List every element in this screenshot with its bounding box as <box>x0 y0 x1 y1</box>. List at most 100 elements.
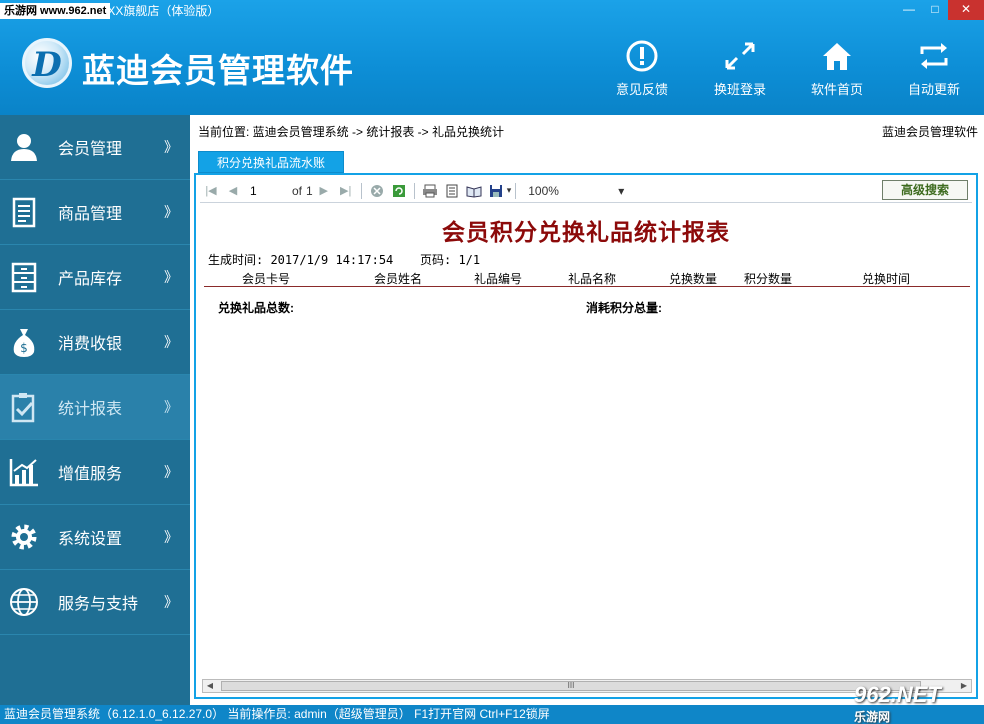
app-logo: D <box>22 38 72 88</box>
sidebar: 会员管理 》 商品管理 》 产品库存 》 $ 消费收银 》 统计报表 》 增值服… <box>0 115 190 705</box>
column-header: 礼品编号 <box>474 272 523 286</box>
chevron-right-icon: 》 <box>164 269 178 285</box>
cabinet-icon <box>11 262 37 293</box>
switch-shift-label: 换班登录 <box>713 82 766 97</box>
chevron-right-icon: 》 <box>164 464 178 480</box>
total-gifts-label: 兑换礼品总数: <box>218 301 294 315</box>
sidebar-item-inventory[interactable]: 产品库存 》 <box>0 245 190 310</box>
feedback-button[interactable]: 意见反馈 <box>602 40 682 98</box>
logo-letter: D <box>32 45 62 85</box>
bar-chart-icon <box>9 459 38 487</box>
total-points-label: 消耗积分总量: <box>586 301 662 315</box>
svg-text:$: $ <box>20 341 28 355</box>
status-bar: 蓝迪会员管理系统（6.12.1.0_6.12.27.0） 当前操作员: admi… <box>0 705 984 724</box>
refresh-icon <box>920 43 948 69</box>
home-button[interactable]: 软件首页 <box>797 40 877 98</box>
page-setup-icon[interactable] <box>466 183 482 199</box>
scroll-left-icon[interactable]: ◀ <box>203 680 217 692</box>
toolbar-divider <box>413 182 415 199</box>
user-icon <box>11 134 37 161</box>
exclamation-icon <box>626 40 658 72</box>
zoom-select[interactable]: 100% ▾ <box>528 184 624 198</box>
sidebar-item-label: 会员管理 <box>58 141 123 158</box>
switch-shift-button[interactable]: 换班登录 <box>700 40 780 98</box>
prev-page-icon[interactable]: ◀ <box>225 183 241 199</box>
sidebar-item-label: 增值服务 <box>58 466 123 483</box>
breadcrumb: 当前位置: 蓝迪会员管理系统 -> 统计报表 -> 礼品兑换统计 <box>198 125 505 139</box>
column-header: 会员姓名 <box>374 272 423 286</box>
sidebar-item-members[interactable]: 会员管理 》 <box>0 115 190 180</box>
minimize-button[interactable]: — <box>896 0 922 20</box>
chevron-right-icon: 》 <box>164 204 178 220</box>
maximize-button[interactable]: □ <box>922 0 948 20</box>
export-dropdown-icon[interactable]: ▾ <box>507 185 512 196</box>
column-header: 礼品名称 <box>568 272 617 286</box>
report-column-headers: 会员卡号 会员姓名 礼品编号 礼品名称 兑换数量 积分数量 兑换时间 <box>204 269 970 287</box>
brand-label: 蓝迪会员管理软件 <box>881 125 978 139</box>
clipboard-icon <box>11 393 35 423</box>
toolbar-divider <box>360 182 362 199</box>
column-header: 兑换时间 <box>862 272 911 286</box>
advanced-search-button[interactable]: 高级搜索 <box>882 180 968 200</box>
watermark-right: 962.NET 乐游网 <box>854 682 974 724</box>
auto-update-label: 自动更新 <box>907 82 960 97</box>
document-icon <box>12 197 36 228</box>
globe-icon <box>10 588 38 616</box>
header: 乐游网 www.962.net - XX旗舰店（体验版） — □ ✕ D 蓝迪会… <box>0 0 984 115</box>
gear-icon <box>11 524 37 550</box>
sidebar-item-label: 产品库存 <box>58 271 123 288</box>
report-toolbar: |◀ ◀ of 1 ▶ ▶| ▾ 100% ▾ <box>200 179 972 203</box>
chevron-right-icon: 》 <box>164 139 178 155</box>
sidebar-item-reports[interactable]: 统计报表 》 <box>0 375 190 440</box>
chevron-right-icon: 》 <box>164 334 178 350</box>
money-bag-icon: $ <box>13 329 35 357</box>
generated-time: 生成时间: 2017/1/9 14:17:54 <box>208 253 394 267</box>
sidebar-item-value-added[interactable]: 增值服务 》 <box>0 440 190 505</box>
close-button[interactable]: ✕ <box>948 0 984 20</box>
toolbar-divider <box>515 182 517 199</box>
app-title: 蓝迪会员管理软件 <box>82 52 354 89</box>
of-label: of <box>292 183 303 198</box>
home-label: 软件首页 <box>810 82 863 97</box>
next-page-icon[interactable]: ▶ <box>316 183 332 199</box>
title-bar: 乐游网 www.962.net - XX旗舰店（体验版） — □ ✕ <box>0 0 984 20</box>
sidebar-item-label: 系统设置 <box>58 531 123 548</box>
app-window: 乐游网 www.962.net - XX旗舰店（体验版） — □ ✕ D 蓝迪会… <box>0 0 984 724</box>
window-controls: — □ ✕ <box>896 0 984 20</box>
report-title: 会员积分兑换礼品统计报表 <box>442 219 730 245</box>
switch-arrows-icon <box>725 42 755 70</box>
main-content: 当前位置: 蓝迪会员管理系统 -> 统计报表 -> 礼品兑换统计 蓝迪会员管理软… <box>190 115 984 705</box>
tab-points-gift-ledger[interactable]: 积分兑换礼品流水账 <box>198 151 344 173</box>
sidebar-item-label: 统计报表 <box>58 401 123 418</box>
last-page-icon[interactable]: ▶| <box>338 183 354 199</box>
page-number-input[interactable] <box>250 181 288 200</box>
sidebar-item-settings[interactable]: 系统设置 》 <box>0 505 190 570</box>
sidebar-item-products[interactable]: 商品管理 》 <box>0 180 190 245</box>
export-save-icon[interactable] <box>488 183 504 199</box>
watermark-left: 乐游网 www.962.net <box>0 3 111 19</box>
refresh-report-icon[interactable] <box>391 183 407 199</box>
column-header: 兑换数量 <box>669 272 718 286</box>
chevron-down-icon: ▾ <box>618 183 625 198</box>
watermark-bottom: 乐游网 <box>854 710 891 724</box>
sidebar-item-cashier[interactable]: $ 消费收银 》 <box>0 310 190 375</box>
print-layout-icon[interactable] <box>444 183 460 199</box>
auto-update-button[interactable]: 自动更新 <box>894 40 974 98</box>
print-icon[interactable] <box>422 183 438 199</box>
sidebar-item-label: 服务与支持 <box>58 596 139 613</box>
scroll-thumb[interactable]: III <box>221 681 921 691</box>
first-page-icon[interactable]: |◀ <box>203 183 219 199</box>
sidebar-item-support[interactable]: 服务与支持 》 <box>0 570 190 635</box>
window-title: - XX旗舰店（体验版） <box>100 4 220 18</box>
report-panel: |◀ ◀ of 1 ▶ ▶| ▾ 100% ▾ <box>194 173 978 699</box>
home-icon <box>823 43 851 70</box>
page-info: 页码: 1/1 <box>420 253 481 267</box>
chevron-right-icon: 》 <box>164 399 178 415</box>
stop-icon[interactable] <box>369 183 385 199</box>
zoom-value: 100% <box>528 183 559 198</box>
watermark-top: 962.NET <box>854 682 941 707</box>
chevron-right-icon: 》 <box>164 529 178 545</box>
chevron-right-icon: 》 <box>164 594 178 610</box>
column-header: 积分数量 <box>744 272 793 286</box>
feedback-label: 意见反馈 <box>615 82 668 97</box>
